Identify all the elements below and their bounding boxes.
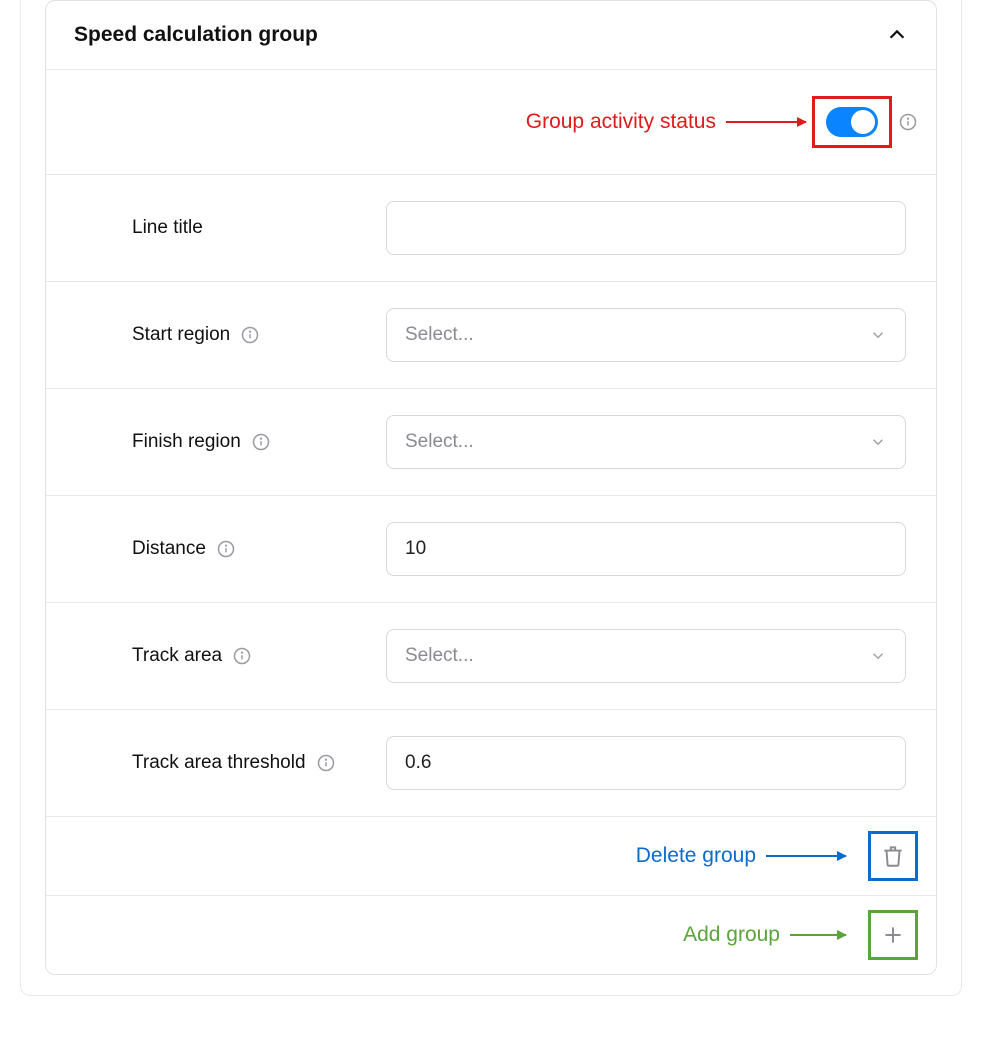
track-area-threshold-label-wrap: Track area threshold (76, 752, 386, 774)
speed-calc-panel: Speed calculation group Group activity s… (45, 0, 937, 975)
track-area-placeholder: Select... (405, 645, 474, 667)
track-area-row: Track area Select... (46, 602, 936, 709)
distance-label-wrap: Distance (76, 538, 386, 560)
distance-row: Distance (46, 495, 936, 602)
distance-input[interactable] (386, 522, 906, 576)
start-region-label-wrap: Start region (76, 324, 386, 346)
info-icon[interactable] (316, 753, 336, 773)
start-region-row: Start region Select... (46, 281, 936, 388)
chevron-down-icon (869, 647, 887, 665)
start-region-label: Start region (132, 324, 230, 346)
track-area-select[interactable]: Select... (386, 629, 906, 683)
add-highlight-box (868, 910, 918, 960)
delete-row: Delete group (46, 816, 936, 895)
outer-container: Speed calculation group Group activity s… (20, 0, 962, 996)
annotation-delete-group: Delete group (636, 844, 846, 868)
track-area-threshold-label: Track area threshold (132, 752, 306, 774)
plus-icon[interactable] (880, 922, 906, 948)
info-icon[interactable] (240, 325, 260, 345)
finish-region-label-wrap: Finish region (76, 431, 386, 453)
panel-title: Speed calculation group (74, 23, 318, 47)
line-title-label-wrap: Line title (76, 217, 386, 239)
annotation-activity-status: Group activity status (526, 110, 806, 134)
finish-region-select[interactable]: Select... (386, 415, 906, 469)
finish-region-row: Finish region Select... (46, 388, 936, 495)
add-row: Add group (46, 895, 936, 974)
arrow-icon (766, 855, 846, 857)
chevron-down-icon (869, 433, 887, 451)
chevron-up-icon (886, 24, 908, 46)
line-title-label: Line title (132, 217, 203, 239)
distance-label: Distance (132, 538, 206, 560)
line-title-row: Line title (46, 174, 936, 281)
trash-icon[interactable] (880, 843, 906, 869)
annotation-delete-label: Delete group (636, 844, 756, 868)
info-icon[interactable] (216, 539, 236, 559)
track-area-threshold-input[interactable] (386, 736, 906, 790)
annotation-add-label: Add group (683, 923, 780, 947)
delete-highlight-box (868, 831, 918, 881)
start-region-placeholder: Select... (405, 324, 474, 346)
info-icon[interactable] (251, 432, 271, 452)
track-area-threshold-row: Track area threshold (46, 709, 936, 816)
finish-region-placeholder: Select... (405, 431, 474, 453)
finish-region-label: Finish region (132, 431, 241, 453)
track-area-label: Track area (132, 645, 222, 667)
start-region-select[interactable]: Select... (386, 308, 906, 362)
annotation-add-group: Add group (683, 923, 846, 947)
info-icon[interactable] (898, 112, 918, 132)
info-icon[interactable] (232, 646, 252, 666)
activity-toggle[interactable] (826, 107, 878, 137)
panel-header[interactable]: Speed calculation group (46, 1, 936, 69)
line-title-input[interactable] (386, 201, 906, 255)
activity-toggle-row: Group activity status (46, 69, 936, 174)
annotation-activity-label: Group activity status (526, 110, 716, 134)
arrow-icon (790, 934, 846, 936)
arrow-icon (726, 121, 806, 123)
chevron-down-icon (869, 326, 887, 344)
track-area-label-wrap: Track area (76, 645, 386, 667)
activity-highlight-box (812, 96, 892, 148)
